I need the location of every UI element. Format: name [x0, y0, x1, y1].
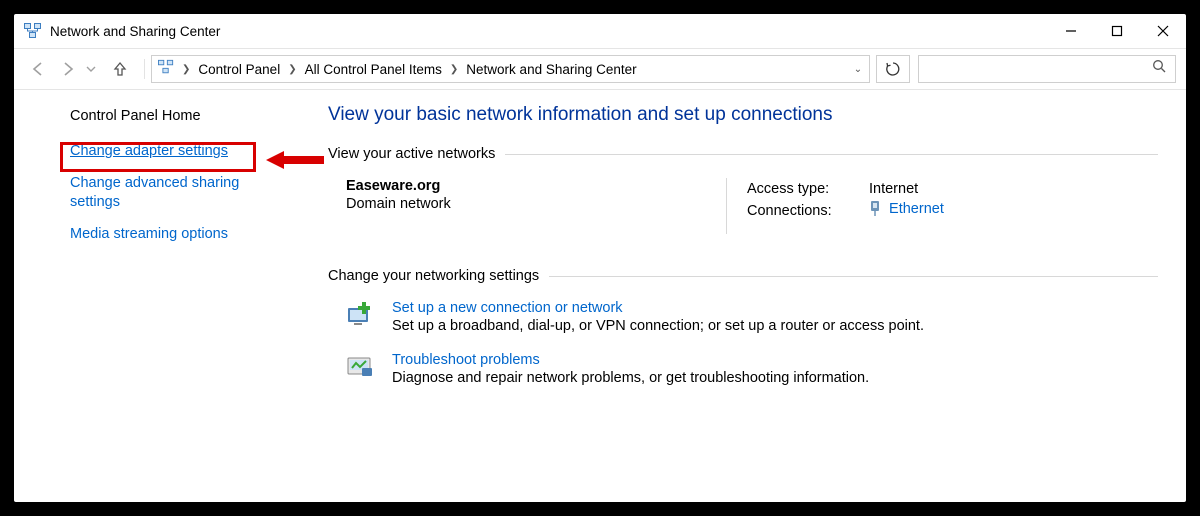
window: Network and Sharing Center	[14, 14, 1186, 502]
body: Control Panel Home Change adapter settin…	[14, 90, 1186, 502]
access-type-value: Internet	[869, 180, 944, 198]
access-type-label: Access type:	[747, 180, 867, 198]
search-icon	[1152, 59, 1167, 79]
troubleshoot-desc: Diagnose and repair network problems, or…	[392, 370, 869, 386]
connection-link[interactable]: Ethernet	[889, 201, 944, 217]
chevron-right-icon[interactable]: ❯	[178, 64, 194, 75]
section-active-networks: View your active networks	[328, 146, 1158, 162]
refresh-button[interactable]	[876, 55, 910, 83]
main-content: View your basic network information and …	[304, 90, 1186, 502]
change-advanced-sharing-link[interactable]: Change advanced sharing settings	[70, 174, 260, 213]
minimize-button[interactable]	[1048, 16, 1094, 46]
toolbar: ❯ Control Panel ❯ All Control Panel Item…	[14, 48, 1186, 90]
section-networking-settings: Change your networking settings	[328, 268, 1158, 284]
setup-connection-item: Set up a new connection or network Set u…	[328, 300, 1158, 334]
ethernet-icon	[869, 204, 885, 220]
setup-connection-link[interactable]: Set up a new connection or network	[392, 300, 924, 316]
troubleshoot-link[interactable]: Troubleshoot problems	[392, 352, 869, 368]
sidebar: Control Panel Home Change adapter settin…	[14, 90, 304, 502]
close-button[interactable]	[1140, 16, 1186, 46]
network-sharing-icon	[158, 59, 174, 80]
active-network-block: Easeware.org Domain network Access type:…	[328, 178, 1158, 234]
maximize-button[interactable]	[1094, 16, 1140, 46]
network-name: Easeware.org	[346, 178, 726, 194]
address-bar[interactable]: ❯ Control Panel ❯ All Control Panel Item…	[151, 55, 870, 83]
window-title: Network and Sharing Center	[50, 24, 220, 39]
up-button[interactable]	[106, 55, 134, 83]
annotation-highlight	[60, 142, 256, 172]
setup-connection-desc: Set up a broadband, dial-up, or VPN conn…	[392, 318, 924, 334]
page-heading: View your basic network information and …	[328, 104, 1158, 126]
search-input[interactable]	[918, 55, 1176, 83]
chevron-right-icon[interactable]: ❯	[284, 64, 300, 75]
section-label: View your active networks	[328, 146, 495, 162]
connections-label: Connections:	[747, 200, 867, 221]
breadcrumb-item[interactable]: Network and Sharing Center	[462, 62, 640, 77]
troubleshoot-item: Troubleshoot problems Diagnose and repai…	[328, 352, 1158, 386]
setup-connection-icon	[346, 300, 374, 328]
chevron-down-icon[interactable]: ⌄	[849, 64, 867, 75]
control-panel-home-link[interactable]: Control Panel Home	[70, 108, 286, 124]
section-label: Change your networking settings	[328, 268, 539, 284]
troubleshoot-icon	[346, 352, 374, 380]
annotation-arrow-icon	[266, 149, 324, 171]
chevron-right-icon[interactable]: ❯	[446, 64, 462, 75]
network-type: Domain network	[346, 196, 726, 212]
breadcrumb-item[interactable]: All Control Panel Items	[301, 62, 446, 77]
back-button[interactable]	[24, 55, 52, 83]
media-streaming-link[interactable]: Media streaming options	[70, 225, 286, 245]
recent-dropdown[interactable]	[84, 55, 98, 83]
network-sharing-icon	[24, 22, 42, 40]
breadcrumb-item[interactable]: Control Panel	[194, 62, 284, 77]
titlebar: Network and Sharing Center	[14, 14, 1186, 48]
forward-button[interactable]	[54, 55, 82, 83]
